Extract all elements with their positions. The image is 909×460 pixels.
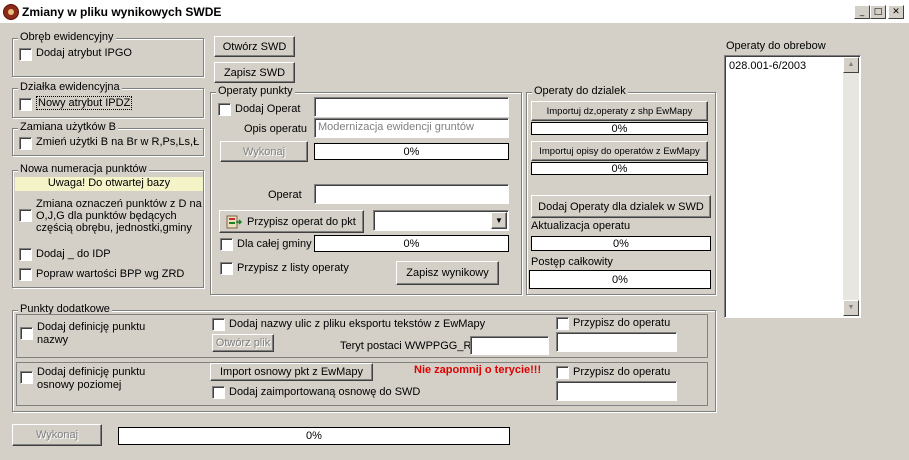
aktualizacja-progress: 0% bbox=[531, 236, 711, 251]
wykonaj-operaty-button[interactable]: Wykonaj bbox=[220, 141, 308, 162]
wykonaj-button[interactable]: Wykonaj bbox=[12, 424, 102, 446]
dodaj-operat-input[interactable] bbox=[314, 97, 509, 117]
save-swd-button[interactable]: Zapisz SWD bbox=[214, 62, 295, 83]
import-shp-progress: 0% bbox=[531, 122, 708, 135]
przypisz-operat-label: Przypisz operat do pkt bbox=[247, 215, 356, 228]
obrebow-list[interactable]: 028.001-6/2003 ▲ ▼ bbox=[724, 55, 861, 318]
teryt-input[interactable] bbox=[470, 336, 549, 355]
window-title: Zmiany w pliku wynikowych SWDE bbox=[22, 5, 222, 19]
numeracja-notice: Uwaga! Do otwartej bazy bbox=[15, 177, 203, 191]
przypisz-operatu-1-input[interactable] bbox=[556, 332, 677, 352]
uzytki-checkbox[interactable] bbox=[19, 137, 32, 150]
nazwy-ulic-label: Dodaj nazwy ulic z pliku eksportu tekstó… bbox=[229, 318, 486, 330]
operaty-dzialek-title: Operaty do dzialek bbox=[532, 85, 628, 97]
operat-select[interactable]: ▼ bbox=[373, 210, 509, 231]
uzytki-group-title: Zamiana użytków B bbox=[18, 121, 118, 133]
uzytki-label: Zmień użytki B na Br w R,Ps,Ls,Ł bbox=[36, 136, 200, 148]
app-icon bbox=[3, 4, 19, 20]
postep-progress: 0% bbox=[529, 270, 711, 289]
teryt-warning: Nie zapomnij o terycie!!! bbox=[414, 364, 542, 376]
opis-operatu-label: Opis operatu bbox=[244, 123, 307, 135]
obrebow-scrollbar[interactable]: ▲ ▼ bbox=[843, 57, 859, 316]
dodaj-operat-checkbox[interactable] bbox=[218, 103, 231, 116]
obrebow-title: Operaty do obrebow bbox=[726, 40, 826, 52]
operaty-punkty-title: Operaty punkty bbox=[216, 85, 295, 97]
aktualizacja-label: Aktualizacja operatu bbox=[531, 220, 631, 232]
obreb-group-title: Obręb ewidencyjny bbox=[18, 31, 116, 43]
numeracja-group-title: Nowa numeracja punktów bbox=[18, 163, 149, 175]
nazwy-ulic-checkbox[interactable] bbox=[212, 318, 225, 331]
import-opisy-button[interactable]: Importuj opisy do operatów z EwMapy bbox=[531, 141, 708, 161]
zapisz-wynikowy-button[interactable]: Zapisz wynikowy bbox=[396, 261, 499, 285]
postep-label: Postęp całkowity bbox=[531, 256, 613, 268]
numeracja-bpp-label: Popraw wartości BPP wg ZRD bbox=[36, 268, 185, 280]
dzialka-ipdz-checkbox[interactable] bbox=[19, 98, 32, 111]
main-progress: 0% bbox=[118, 427, 510, 445]
przypisz-operatu-2-checkbox[interactable] bbox=[556, 366, 569, 379]
def-nazwy-label: Dodaj definicję punktu nazwy bbox=[37, 321, 146, 346]
close-button[interactable]: ✕ bbox=[888, 5, 904, 19]
przypisz-operatu-2-input[interactable] bbox=[556, 381, 677, 401]
numeracja-bpp-checkbox[interactable] bbox=[19, 268, 32, 281]
obreb-ipgo-checkbox[interactable] bbox=[19, 48, 32, 61]
gmina-progress: 0% bbox=[314, 235, 509, 252]
import-opisy-progress: 0% bbox=[531, 162, 708, 175]
scroll-up-icon[interactable]: ▲ bbox=[843, 57, 859, 73]
operat-input[interactable] bbox=[314, 184, 509, 204]
assign-icon bbox=[226, 215, 242, 228]
def-osnowy-label: Dodaj definicję punktu osnowy poziomej bbox=[37, 366, 146, 391]
operaty-punkty-progress: 0% bbox=[314, 143, 509, 160]
title-bar: Zmiany w pliku wynikowych SWDE _ □ ✕ bbox=[0, 0, 909, 24]
przypisz-z-listy-label: Przypisz z listy operaty bbox=[237, 262, 349, 274]
dodaj-operaty-swd-button[interactable]: Dodaj Operaty dla dzialek w SWD bbox=[531, 195, 711, 218]
chevron-down-icon[interactable]: ▼ bbox=[491, 212, 507, 229]
teryt-label: Teryt postaci WWPPGG_R bbox=[340, 340, 472, 352]
dla-calej-gminy-label: Dla całej gminy bbox=[237, 238, 312, 250]
dodaj-operat-label: Dodaj Operat bbox=[235, 103, 301, 115]
dzialka-group-title: Działka ewidencyjna bbox=[18, 81, 122, 93]
minimize-button[interactable]: _ bbox=[854, 5, 870, 19]
import-shp-button[interactable]: Importuj dz,operaty z shp EwMapy bbox=[531, 101, 708, 121]
przypisz-operatu-1-checkbox[interactable] bbox=[556, 317, 569, 330]
scroll-down-icon[interactable]: ▼ bbox=[843, 300, 859, 316]
operat-label: Operat bbox=[268, 189, 302, 201]
dodaj-osnowe-label: Dodaj zaimportowaną osnowę do SWD bbox=[229, 386, 421, 398]
numeracja-idp-checkbox[interactable] bbox=[19, 248, 32, 261]
numeracja-idp-label: Dodaj _ do IDP bbox=[36, 248, 111, 260]
list-item[interactable]: 028.001-6/2003 bbox=[729, 60, 806, 72]
opis-operatu-input[interactable]: Modernizacja ewidencji gruntów bbox=[314, 118, 509, 138]
numeracja-zmiana-label: Zmiana oznaczeń punktów z D na O,J,G dla… bbox=[36, 198, 202, 234]
dla-calej-gminy-checkbox[interactable] bbox=[220, 238, 233, 251]
import-osnowy-button[interactable]: Import osnowy pkt z EwMapy bbox=[210, 363, 373, 381]
dzialka-ipdz-label: Nowy atrybut IPDZ bbox=[36, 96, 133, 110]
przypisz-operatu-2-label: Przypisz do operatu bbox=[573, 366, 671, 378]
def-osnowy-checkbox[interactable] bbox=[20, 371, 33, 384]
dodaj-osnowe-checkbox[interactable] bbox=[212, 386, 225, 399]
obreb-ipgo-label: Dodaj atrybut IPGO bbox=[36, 47, 132, 59]
przypisz-operatu-1-label: Przypisz do operatu bbox=[573, 317, 671, 329]
def-nazwy-checkbox[interactable] bbox=[20, 327, 33, 340]
numeracja-zmiana-checkbox[interactable] bbox=[19, 209, 32, 222]
otworz-plik-button[interactable]: Otwórz plik bbox=[212, 334, 274, 352]
open-swd-button[interactable]: Otwórz SWD bbox=[214, 36, 295, 57]
maximize-button[interactable]: □ bbox=[870, 5, 886, 19]
przypisz-z-listy-checkbox[interactable] bbox=[220, 262, 233, 275]
przypisz-operat-button[interactable]: Przypisz operat do pkt bbox=[219, 210, 364, 233]
